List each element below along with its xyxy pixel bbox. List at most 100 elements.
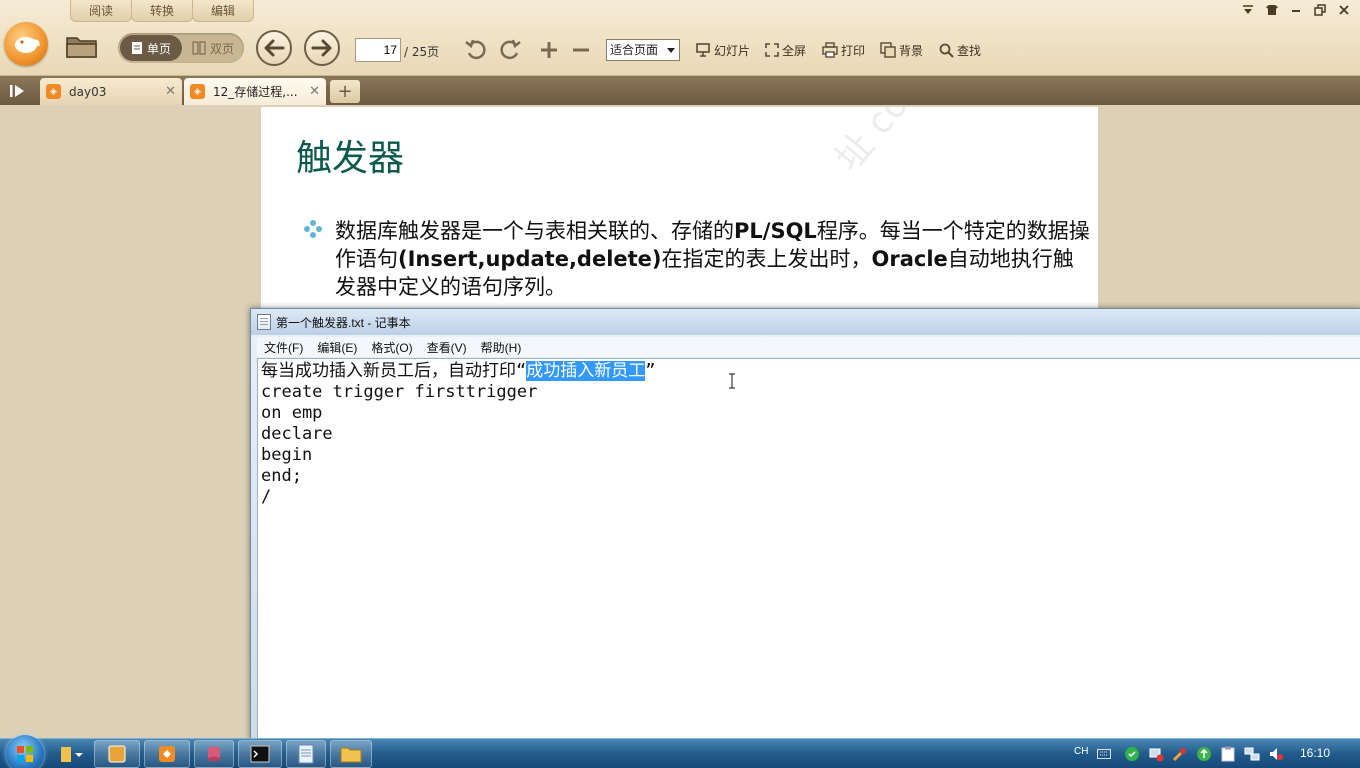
close-icon[interactable]: ✕ — [165, 84, 176, 99]
ibeam-cursor-icon — [729, 373, 735, 389]
bullet-text-bold: PL/SQL — [734, 219, 817, 243]
rotate-right-button[interactable] — [497, 36, 523, 64]
update-icon[interactable] — [1196, 746, 1212, 762]
start-button[interactable] — [6, 735, 44, 768]
single-page-icon — [131, 42, 142, 54]
menu-format[interactable]: 格式(O) — [364, 337, 419, 357]
new-tab-button[interactable]: + — [330, 80, 360, 103]
tab-read[interactable]: 阅读 — [70, 0, 132, 22]
close-icon[interactable]: ✕ — [309, 84, 320, 99]
slideshow-icon — [696, 43, 710, 57]
double-page-icon — [192, 41, 206, 55]
close-icon[interactable] — [1336, 2, 1352, 18]
double-page-button[interactable]: 双页 — [184, 35, 242, 61]
tab-edit[interactable]: 编辑 — [192, 0, 254, 22]
document-icon: ◈ — [190, 84, 205, 99]
document-icon: ◈ — [46, 84, 61, 99]
single-page-label: 单页 — [146, 41, 171, 56]
taskbar-database-button[interactable] — [194, 740, 234, 768]
find-button[interactable]: 查找 — [939, 41, 981, 59]
network-warning-icon[interactable] — [1148, 746, 1164, 762]
tab-convert[interactable]: 转换 — [131, 0, 193, 22]
app-window-icon — [108, 745, 126, 763]
taskbar-notepad-button[interactable] — [286, 740, 326, 768]
library-icon — [61, 747, 83, 762]
find-label: 查找 — [957, 43, 982, 58]
menu-view[interactable]: 查看(V) — [420, 337, 474, 357]
taskbar-cmd-button[interactable] — [238, 740, 282, 768]
notepad-text-area[interactable]: 每当成功插入新员工后，自动打印“成功插入新员工” create trigger f… — [257, 358, 1360, 739]
taskbar-reader-button[interactable] — [144, 740, 190, 768]
text-line-prefix: 每当成功插入新员工后，自动打印“ — [261, 361, 527, 381]
explorer-pinned-button[interactable] — [52, 740, 92, 768]
print-label: 打印 — [841, 43, 866, 58]
security-shield-icon[interactable] — [1124, 746, 1140, 762]
plus-icon: + — [337, 81, 353, 102]
app-logo-icon[interactable] — [4, 22, 48, 66]
window-controls — [1240, 2, 1352, 18]
open-folder-icon[interactable] — [64, 32, 100, 60]
selected-text[interactable]: 成功插入新员工 — [526, 361, 646, 381]
reader-toolbar: 阅读 转换 编辑 单页 双页 / 25页 适合页面 — [0, 0, 1360, 76]
code-line: end; — [261, 466, 302, 486]
prev-page-button[interactable] — [256, 30, 292, 66]
chevron-down-icon — [667, 48, 675, 53]
tool-icon[interactable] — [1172, 746, 1188, 762]
fullscreen-icon — [765, 43, 779, 57]
folder-icon — [340, 747, 362, 763]
keyboard-icon[interactable] — [1096, 746, 1112, 762]
zoom-select[interactable]: 适合页面 — [606, 39, 680, 61]
sidebar-toggle-button[interactable] — [6, 82, 30, 100]
code-line: create trigger firsttrigger — [261, 382, 538, 402]
notepad-titlebar[interactable]: 第一个触发器.txt - 记事本 — [251, 309, 1360, 335]
clipboard-icon[interactable] — [1220, 746, 1236, 762]
database-icon — [208, 746, 220, 762]
printer-icon — [822, 42, 838, 58]
bullet-text: 数据库触发器是一个与表相关联的、存储的 — [335, 219, 734, 243]
page-number-input[interactable] — [355, 38, 401, 62]
slideshow-button[interactable]: 幻灯片 — [695, 41, 750, 59]
menu-dropdown-icon[interactable] — [1240, 2, 1256, 18]
print-button[interactable]: 打印 — [822, 41, 865, 59]
terminal-icon — [250, 745, 270, 763]
code-line: begin — [261, 445, 313, 465]
text-line-suffix: ” — [645, 361, 656, 381]
menu-file[interactable]: 文件(F) — [257, 337, 310, 357]
volume-muted-icon[interactable] — [1268, 746, 1284, 762]
document-tab[interactable]: ◈ day03 ✕ — [40, 78, 182, 105]
language-indicator[interactable]: CH — [1074, 746, 1088, 757]
skin-shirt-icon[interactable] — [1264, 2, 1280, 18]
fullscreen-button[interactable]: 全屏 — [765, 41, 806, 59]
menu-edit[interactable]: 编辑(E) — [310, 337, 364, 357]
slide-title: 触发器 — [296, 138, 405, 179]
mode-tabs: 阅读 转换 编辑 — [70, 0, 254, 22]
fullscreen-label: 全屏 — [782, 43, 807, 58]
single-page-button[interactable]: 单页 — [120, 35, 182, 61]
reader-app-icon — [159, 746, 175, 762]
background-button[interactable]: 背景 — [880, 41, 923, 59]
zoom-in-button[interactable] — [536, 36, 562, 64]
taskbar-app-button[interactable] — [94, 740, 140, 768]
document-tab-bar: ◈ day03 ✕ ◈ 12_存储过程,... ✕ + — [0, 76, 1360, 105]
document-tab-active[interactable]: ◈ 12_存储过程,... ✕ — [184, 78, 326, 105]
notepad-icon — [298, 744, 314, 764]
network-icon[interactable] — [1244, 746, 1260, 762]
double-page-label: 双页 — [209, 41, 234, 56]
restore-icon[interactable] — [1312, 2, 1328, 18]
minimize-icon[interactable] — [1288, 2, 1304, 18]
rotate-left-button[interactable] — [463, 36, 489, 64]
next-page-button[interactable] — [304, 30, 340, 66]
code-line: on emp — [261, 403, 323, 423]
document-tab-title: 12_存储过程,... — [213, 85, 298, 99]
clock[interactable]: 16:10 — [1300, 746, 1330, 760]
notepad-menubar: 文件(F) 编辑(E) 格式(O) 查看(V) 帮助(H) — [257, 337, 1360, 357]
taskbar-folder-button[interactable] — [330, 740, 372, 768]
zoom-select-value: 适合页面 — [610, 43, 659, 57]
taskbar: CH 16:10 — [0, 735, 1360, 768]
bullet-text-bold: Oracle — [871, 247, 948, 271]
notepad-window: 第一个触发器.txt - 记事本 文件(F) 编辑(E) 格式(O) 查看(V)… — [250, 308, 1360, 740]
menu-help[interactable]: 帮助(H) — [474, 337, 529, 357]
arrow-right-icon — [311, 39, 332, 57]
zoom-out-button[interactable] — [568, 36, 594, 64]
rotate-left-icon — [465, 39, 486, 60]
